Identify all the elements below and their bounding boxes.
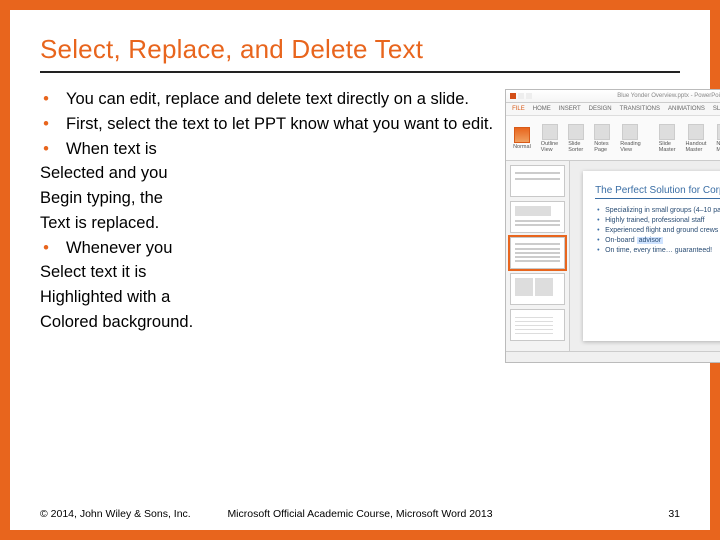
bullet-item: • First, select the text to let PPT know… — [40, 112, 493, 137]
bullet-text: When text is — [66, 137, 157, 162]
text-column: • You can edit, replace and delete text … — [40, 87, 493, 363]
ppt-titlebar: Blue Yonder Overview.pptx - PowerPoint — [506, 90, 720, 103]
slide-bullet: Experienced flight and ground crews — [595, 227, 720, 234]
ribbon-label: Reading View — [620, 141, 641, 153]
tab-item: INSERT — [559, 106, 581, 112]
thumbnail-pane — [506, 161, 570, 351]
outline-view-icon — [542, 124, 558, 140]
ribbon-tabs: FILE HOME INSERT DESIGN TRANSITIONS ANIM… — [506, 103, 720, 116]
notes-page-icon — [594, 124, 610, 140]
slide-title-rule — [595, 198, 720, 199]
slide-bullet-text: On-board — [605, 237, 637, 244]
footer: © 2014, John Wiley & Sons, Inc. Microsof… — [40, 508, 680, 520]
figure-wrap: Blue Yonder Overview.pptx - PowerPoint F… — [505, 89, 720, 363]
ribbon-button: Normal — [510, 126, 534, 151]
ribbon-label: Notes Page — [594, 141, 610, 153]
handout-master-icon — [688, 124, 704, 140]
slide-canvas: The Perfect Solution for Corporate Trave… — [570, 161, 720, 351]
footer-page-number: 31 — [668, 508, 680, 520]
qat-icon — [518, 93, 524, 99]
tab-item: TRANSITIONS — [620, 106, 660, 112]
slide-bullet: On time, every time… guaranteed! — [595, 247, 720, 254]
slide-bullet: Specializing in small groups (4–10 passe… — [595, 207, 720, 214]
selected-text: advisor — [637, 237, 664, 244]
slide-sorter-icon — [568, 124, 584, 140]
ribbon-button: Slide Master — [656, 123, 679, 154]
page-title: Select, Replace, and Delete Text — [40, 34, 680, 65]
bullet-cont: Text is replaced. — [40, 211, 493, 236]
ribbon-label: Slide Sorter — [568, 141, 584, 153]
slide-content: Select, Replace, and Delete Text • You c… — [10, 10, 710, 530]
powerpoint-screenshot: Blue Yonder Overview.pptx - PowerPoint F… — [505, 89, 720, 363]
bullet-cont: Highlighted with a — [40, 285, 493, 310]
bullet-text: Whenever you — [66, 236, 172, 261]
ribbon-button: Notes Master — [713, 123, 720, 154]
ribbon-button: Notes Page — [591, 123, 613, 154]
bullet-cont: Begin typing, the — [40, 186, 493, 211]
tab-item: SLIDE SHOW — [713, 106, 720, 112]
slide-master-icon — [659, 124, 675, 140]
powerpoint-icon — [510, 93, 516, 99]
slide-thumb — [510, 165, 565, 197]
slide-thumb — [510, 273, 565, 305]
slide-thumb — [510, 201, 565, 233]
body-row: • You can edit, replace and delete text … — [40, 87, 680, 363]
footer-copyright: © 2014, John Wiley & Sons, Inc. — [40, 508, 191, 520]
slide-thumb-selected — [510, 237, 565, 269]
slide-preview: The Perfect Solution for Corporate Trave… — [583, 171, 720, 341]
bullet-dot-icon: • — [40, 236, 52, 261]
bullet-item: • You can edit, replace and delete text … — [40, 87, 493, 112]
ribbon-button: Handout Master — [683, 123, 710, 154]
tab-item: ANIMATIONS — [668, 106, 705, 112]
ribbon-label: Slide Master — [659, 141, 676, 153]
ribbon-label: Outline View — [541, 141, 558, 153]
ribbon-button: Reading View — [617, 123, 644, 154]
bullet-dot-icon: • — [40, 137, 52, 162]
title-rule — [40, 71, 680, 73]
bullet-cont: Selected and you — [40, 161, 493, 186]
ribbon-label: Normal — [513, 144, 531, 150]
bullet-dot-icon: • — [40, 87, 52, 112]
ribbon-label: Notes Master — [716, 141, 720, 153]
bullet-item: • When text is — [40, 137, 493, 162]
normal-view-icon — [514, 127, 530, 143]
window-title: Blue Yonder Overview.pptx - PowerPoint — [617, 93, 720, 99]
ribbon-label: Handout Master — [686, 141, 707, 153]
slide-frame: Select, Replace, and Delete Text • You c… — [0, 0, 720, 540]
bullet-cont: Colored background. — [40, 310, 493, 335]
bullet-item: • Whenever you — [40, 236, 493, 261]
ribbon-button: Outline View — [538, 123, 561, 154]
tab-item: HOME — [533, 106, 551, 112]
reading-view-icon — [622, 124, 638, 140]
tab-file: FILE — [512, 106, 525, 112]
bullet-text: First, select the text to let PPT know w… — [66, 112, 493, 137]
slide-bullet: Highly trained, professional staff — [595, 217, 720, 224]
status-bar — [506, 351, 720, 362]
ribbon: Normal Outline View Slide Sorter Notes P… — [506, 116, 720, 161]
tab-item: DESIGN — [589, 106, 612, 112]
bullet-text: You can edit, replace and delete text di… — [66, 87, 469, 112]
ribbon-button: Slide Sorter — [565, 123, 587, 154]
ppt-workspace: The Perfect Solution for Corporate Trave… — [506, 161, 720, 351]
bullet-cont: Select text it is — [40, 260, 493, 285]
slide-thumb — [510, 309, 565, 341]
slide-title: The Perfect Solution for Corporate Trave… — [595, 185, 720, 196]
bullet-dot-icon: • — [40, 112, 52, 137]
slide-bullet: On-board advisor — [595, 237, 720, 244]
qat-icon — [526, 93, 532, 99]
